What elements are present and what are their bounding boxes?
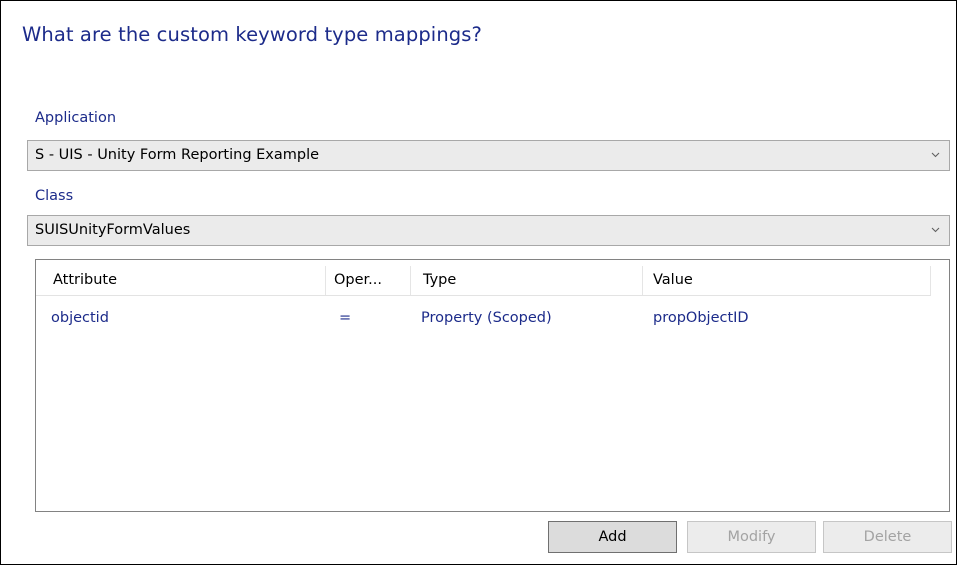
cell-operator: =	[339, 310, 352, 326]
table-row[interactable]: objectid = Property (Scoped) propObjectI…	[36, 305, 931, 335]
modify-button[interactable]: Modify	[687, 521, 816, 553]
add-button[interactable]: Add	[548, 521, 677, 553]
cell-type: Property (Scoped)	[421, 310, 552, 326]
column-header-attribute[interactable]: Attribute	[36, 266, 326, 295]
mappings-grid[interactable]: Attribute Oper... Type Value objectid = …	[35, 259, 950, 512]
class-dropdown[interactable]: SUISUnityFormValues	[27, 215, 950, 246]
column-header-operator[interactable]: Oper...	[326, 266, 411, 295]
grid-header: Attribute Oper... Type Value	[36, 266, 931, 296]
column-header-value[interactable]: Value	[643, 266, 931, 295]
class-selected-value: SUISUnityFormValues	[35, 222, 191, 238]
cell-attribute: objectid	[51, 310, 109, 326]
mapping-dialog: What are the custom keyword type mapping…	[0, 0, 957, 565]
delete-button[interactable]: Delete	[823, 521, 952, 553]
cell-value: propObjectID	[653, 310, 749, 326]
application-dropdown[interactable]: S - UIS - Unity Form Reporting Example	[27, 140, 950, 171]
column-header-type[interactable]: Type	[411, 266, 643, 295]
application-selected-value: S - UIS - Unity Form Reporting Example	[35, 147, 320, 163]
chevron-down-icon	[931, 227, 940, 233]
page-title: What are the custom keyword type mapping…	[22, 23, 482, 46]
class-label: Class	[35, 188, 74, 204]
application-label: Application	[35, 110, 117, 126]
chevron-down-icon	[931, 152, 940, 158]
